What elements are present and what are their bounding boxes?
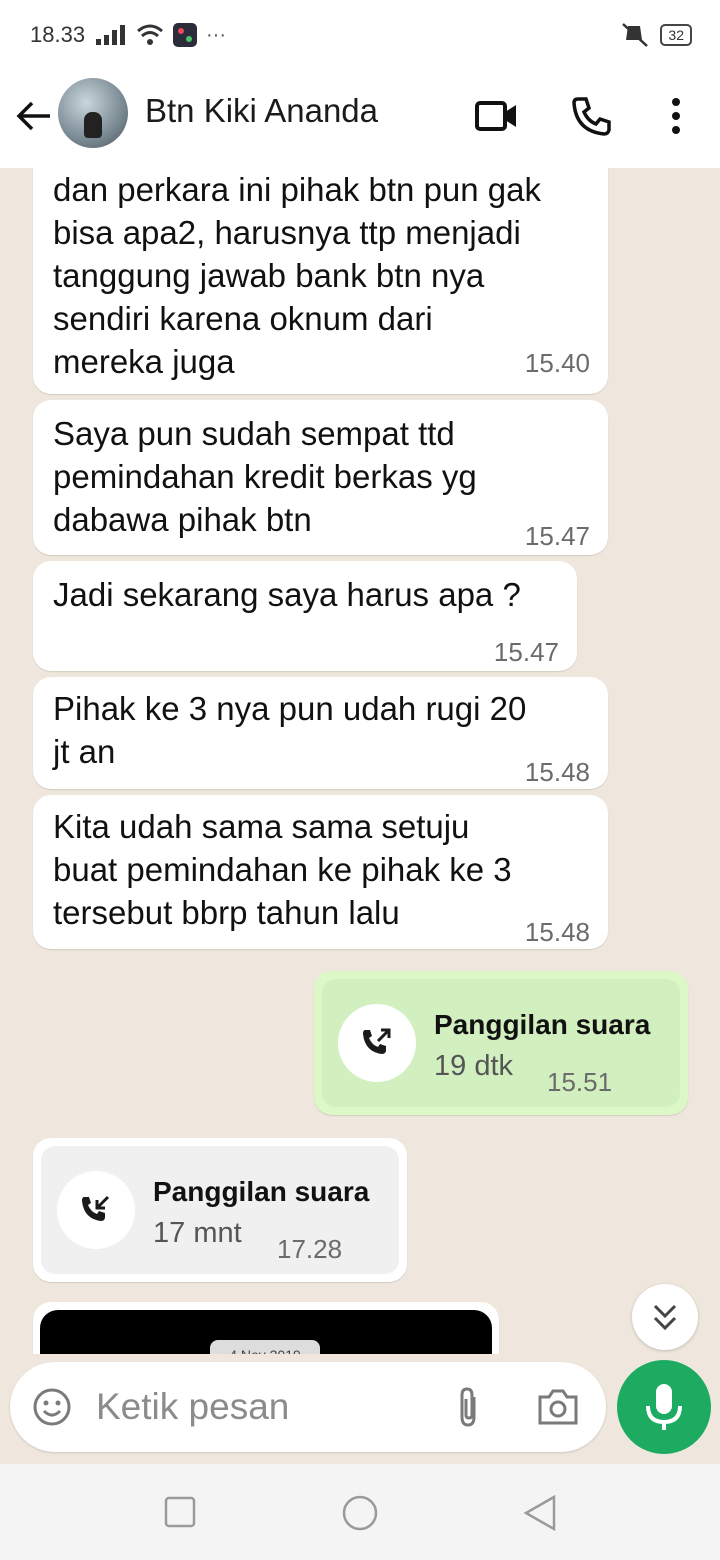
incoming-message[interactable]: Pihak ke 3 nya pun udah rugi 20 jt an 15… — [33, 677, 608, 789]
back-arrow-icon[interactable] — [14, 96, 54, 136]
incoming-message[interactable]: dan perkara ini pihak btn pun gak bisa a… — [33, 168, 608, 394]
call-card[interactable]: Panggilan suara 19 dtk 15.51 — [322, 979, 680, 1107]
phone-icon[interactable] — [570, 94, 614, 138]
voice-record-button[interactable] — [617, 1360, 711, 1454]
message-time: 15.47 — [493, 637, 559, 667]
attach-icon[interactable] — [454, 1385, 484, 1429]
message-line: dan perkara ini pihak btn pun gak — [53, 171, 542, 208]
message-time: 15.48 — [524, 917, 590, 947]
media-thumbnail[interactable]: 4 Nov 2019 — [40, 1310, 492, 1354]
incoming-message[interactable]: Kita udah sama sama setuju buat pemindah… — [33, 795, 608, 949]
scroll-to-bottom-button[interactable] — [632, 1284, 698, 1350]
home-icon[interactable] — [341, 1494, 379, 1532]
wifi-icon — [137, 24, 163, 45]
message-line: Pihak ke 3 nya pun udah rugi 20 — [53, 690, 527, 727]
message-input[interactable]: Ketik pesan — [96, 1386, 289, 1428]
call-time: 17.28 — [277, 1234, 343, 1264]
message-line: Saya pun sudah sempat ttd — [53, 415, 455, 452]
more-notifications-icon: ··· — [206, 23, 226, 46]
message-time: 15.48 — [524, 757, 590, 787]
message-line: sendiri karena oknum dari — [53, 300, 433, 337]
chat-header: Btn Kiki Ananda — [0, 70, 720, 169]
message-time: 15.40 — [524, 348, 590, 378]
message-line: dabawa pihak btn — [53, 501, 312, 538]
status-right: 32 — [620, 22, 692, 48]
battery-indicator: 32 — [660, 24, 692, 46]
more-vert-icon[interactable] — [654, 94, 698, 138]
outgoing-call-message[interactable]: Panggilan suara 19 dtk 15.51 — [314, 971, 688, 1115]
outgoing-call-icon — [363, 1028, 391, 1054]
call-title: Panggilan suara — [153, 1176, 370, 1207]
camera-icon[interactable] — [536, 1387, 580, 1427]
call-duration: 19 dtk — [434, 1050, 513, 1082]
incoming-call-message[interactable]: Panggilan suara 17 mnt 17.28 — [33, 1138, 407, 1282]
contact-avatar[interactable] — [58, 78, 128, 148]
message-time: 15.47 — [524, 521, 590, 551]
call-title: Panggilan suara — [434, 1009, 651, 1040]
message-line: jt an — [53, 733, 116, 770]
call-card[interactable]: Panggilan suara 17 mnt 17.28 — [41, 1146, 399, 1274]
signal-icon — [96, 25, 125, 45]
double-chevron-down-icon — [653, 1304, 677, 1331]
message-line: Kita udah sama sama setuju — [53, 808, 470, 845]
message-line: tanggung jawab bank btn nya — [53, 257, 485, 294]
message-line: tersebut bbrp tahun lalu — [53, 894, 400, 931]
media-date-label: 4 Nov 2019 — [210, 1340, 320, 1354]
status-bar: 18.33 ··· 32 — [0, 0, 720, 70]
contact-name[interactable]: Btn Kiki Ananda — [145, 92, 378, 130]
emoji-icon[interactable] — [32, 1387, 72, 1427]
mic-icon — [646, 1384, 682, 1430]
message-line: buat pemindahan ke pihak ke 3 — [53, 851, 512, 888]
status-icons: ··· — [96, 22, 226, 48]
incoming-message[interactable]: Jadi sekarang saya harus apa ? 15.47 — [33, 561, 577, 671]
call-icon-circle — [338, 1004, 416, 1082]
back-nav-icon[interactable] — [522, 1494, 558, 1532]
system-nav-bar — [0, 1464, 720, 1560]
call-time: 15.51 — [547, 1067, 613, 1097]
status-time: 18.33 — [30, 22, 86, 47]
video-call-icon[interactable] — [474, 94, 518, 138]
app-notification-icon — [173, 23, 197, 47]
incoming-message[interactable]: Saya pun sudah sempat ttd pemindahan kre… — [33, 400, 608, 555]
message-composer[interactable]: Ketik pesan — [10, 1362, 606, 1452]
incoming-call-icon — [82, 1195, 110, 1221]
message-list[interactable]: dan perkara ini pihak btn pun gak bisa a… — [0, 168, 720, 1354]
message-line: Jadi sekarang saya harus apa ? — [53, 576, 521, 613]
call-icon-circle — [57, 1171, 135, 1249]
recents-icon[interactable] — [164, 1496, 196, 1528]
silent-mode-icon — [622, 23, 649, 47]
message-line: pemindahan kredit berkas yg — [53, 458, 477, 495]
message-line: mereka juga — [53, 343, 235, 380]
call-duration: 17 mnt — [153, 1217, 242, 1249]
message-line: bisa apa2, harusnya ttp menjadi — [53, 214, 521, 251]
